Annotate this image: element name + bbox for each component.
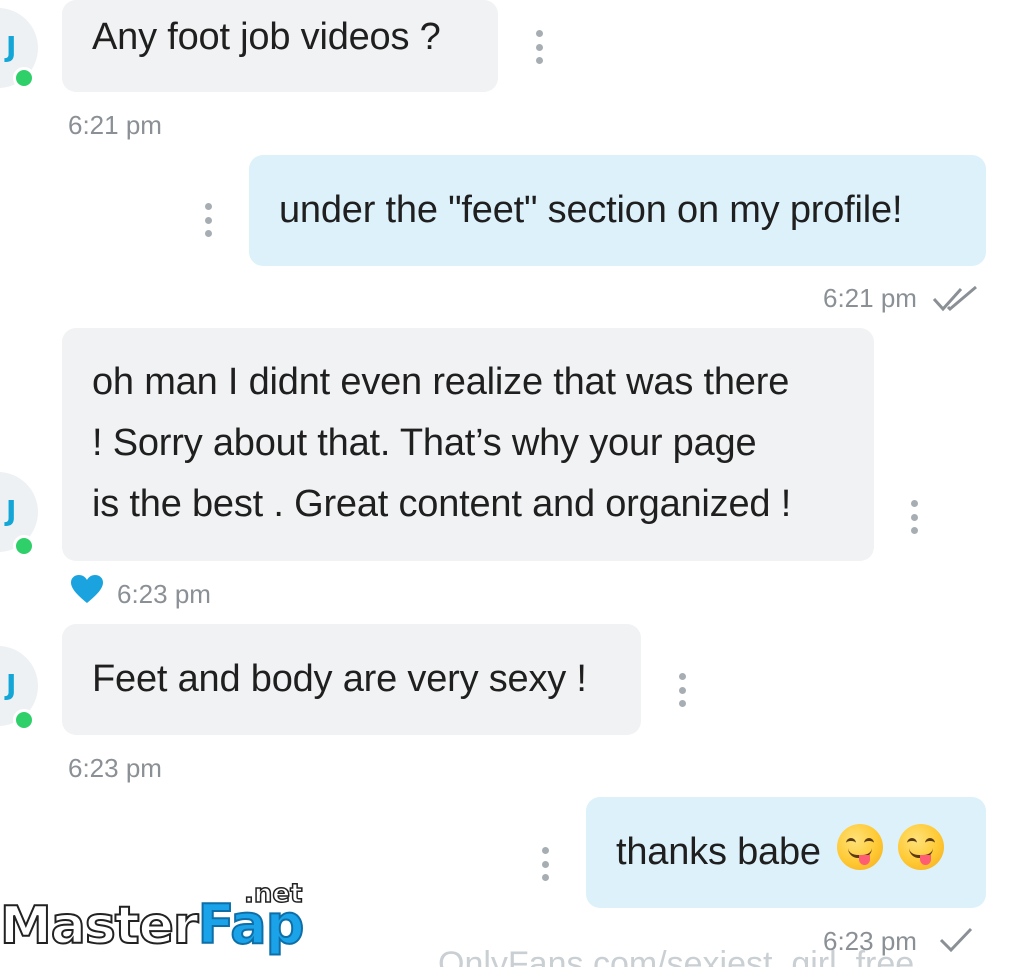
message-bubble-incoming[interactable]: oh man I didnt even realize that was the… (62, 328, 874, 561)
heart-icon[interactable] (70, 574, 104, 604)
message-timestamp: 6:21 pm (823, 283, 917, 313)
message-timestamp: 6:23 pm (117, 579, 211, 609)
message-text-line: is the best . Great content and organize… (92, 483, 792, 525)
message-text-line: ! Sorry about that. That’s why your page (92, 422, 757, 464)
message-options-icon[interactable] (534, 30, 544, 64)
watermark-footer-url: OnlyFans.com/sexiest_girl_free (438, 945, 915, 967)
online-status-dot (13, 67, 35, 89)
message-bubble-outgoing[interactable]: under the "feet" section on my profile! (249, 155, 986, 266)
avatar-initial: J (6, 30, 17, 63)
face-savoring-food-emoji-icon (897, 824, 944, 870)
message-timestamp: 6:23 pm (68, 753, 162, 783)
watermark-logo: MasterFap .net (0, 878, 305, 963)
message-options-icon[interactable] (909, 500, 919, 534)
message-text-line: oh man I didnt even realize that was the… (92, 361, 790, 403)
online-status-dot (13, 535, 35, 557)
avatar-initial: J (6, 668, 17, 701)
online-status-dot (13, 709, 35, 731)
watermark-brand-suffix: .net (243, 878, 303, 910)
message-text: thanks babe (616, 831, 821, 873)
message-timestamp: 6:21 pm (68, 110, 162, 140)
watermark-brand-part1: Master (0, 895, 200, 957)
double-check-icon (932, 285, 977, 312)
message-text: under the "feet" section on my profile! (279, 189, 903, 231)
avatar-initial: J (6, 494, 17, 527)
message-options-icon[interactable] (203, 203, 213, 237)
message-text: Any foot job videos ? (92, 16, 441, 58)
message-options-icon[interactable] (540, 847, 550, 881)
message-bubble-incoming[interactable]: Feet and body are very sexy ! (62, 624, 641, 735)
single-check-icon (939, 927, 973, 953)
face-savoring-food-emoji-icon (837, 824, 884, 870)
message-bubble-incoming[interactable]: Any foot job videos ? (62, 0, 498, 92)
message-options-icon[interactable] (677, 673, 687, 707)
message-bubble-outgoing[interactable]: thanks babe (586, 797, 986, 908)
message-text: Feet and body are very sexy ! (92, 658, 587, 700)
